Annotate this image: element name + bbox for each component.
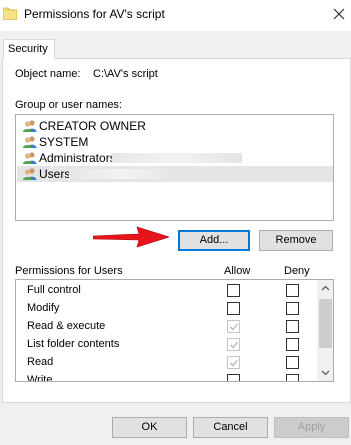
folder-icon bbox=[3, 7, 17, 20]
group-names-label: Group or user names: bbox=[15, 99, 122, 111]
list-item-label: Users bbox=[39, 167, 71, 181]
red-arrow-icon bbox=[93, 226, 169, 248]
permission-row: List folder contents bbox=[16, 336, 316, 354]
deny-checkbox[interactable] bbox=[286, 284, 299, 297]
scroll-up-icon[interactable] bbox=[317, 280, 334, 297]
allow-checkbox[interactable] bbox=[227, 284, 240, 297]
permission-name: Read & execute bbox=[27, 320, 106, 332]
allow-checkbox[interactable] bbox=[227, 374, 240, 381]
allow-header: Allow bbox=[224, 265, 251, 277]
permission-name: List folder contents bbox=[27, 338, 120, 350]
cancel-button[interactable]: Cancel bbox=[193, 417, 268, 438]
object-name-value: C:\AV's script bbox=[93, 68, 158, 80]
scroll-down-icon[interactable] bbox=[317, 364, 334, 381]
user-group-icon bbox=[23, 168, 37, 180]
tab-security-label: Security bbox=[8, 43, 48, 55]
list-item-label: Administrators bbox=[39, 151, 116, 165]
permissions-scrollbar[interactable] bbox=[317, 280, 334, 381]
permission-name: Read bbox=[27, 356, 54, 368]
allow-checkbox[interactable] bbox=[227, 302, 240, 315]
redacted-text bbox=[69, 169, 179, 179]
close-icon[interactable] bbox=[333, 8, 345, 20]
deny-checkbox[interactable] bbox=[286, 338, 299, 351]
deny-checkbox[interactable] bbox=[286, 320, 299, 333]
permission-row: Read bbox=[16, 354, 316, 372]
user-group-icon bbox=[23, 152, 37, 164]
apply-button[interactable]: Apply bbox=[274, 417, 349, 438]
list-item-administrators[interactable]: Administrators bbox=[17, 150, 333, 166]
scroll-thumb[interactable] bbox=[319, 299, 332, 348]
user-group-icon bbox=[23, 120, 37, 132]
user-list[interactable]: CREATOR OWNER SYSTEM Administrators User… bbox=[15, 114, 334, 221]
permission-name: Modify bbox=[27, 302, 60, 314]
window-title: Permissions for AV's script bbox=[24, 7, 165, 21]
redacted-text bbox=[112, 153, 242, 163]
object-name-label: Object name: bbox=[15, 68, 81, 80]
permissions-label: Permissions for Users bbox=[15, 265, 123, 277]
permissions-list: Write Read List folder contents Read & exec… bbox=[15, 279, 334, 382]
remove-button[interactable]: Remove bbox=[259, 230, 333, 251]
deny-checkbox[interactable] bbox=[286, 302, 299, 315]
add-button[interactable]: Add... bbox=[178, 230, 250, 251]
list-item-label: SYSTEM bbox=[39, 135, 89, 149]
allow-checkbox bbox=[227, 320, 240, 333]
deny-header: Deny bbox=[284, 265, 310, 277]
permission-row: Write bbox=[16, 372, 316, 382]
permission-row: Read & execute bbox=[16, 318, 316, 336]
title-bar: Permissions for AV's script bbox=[0, 0, 351, 31]
permission-name: Write bbox=[27, 374, 53, 382]
allow-checkbox bbox=[227, 356, 240, 369]
permission-name: Full control bbox=[27, 284, 81, 296]
ok-button[interactable]: OK bbox=[112, 417, 187, 438]
deny-checkbox[interactable] bbox=[286, 374, 299, 381]
list-item-label: CREATOR OWNER bbox=[39, 119, 146, 133]
allow-checkbox bbox=[227, 338, 240, 351]
list-item-system[interactable]: SYSTEM bbox=[17, 134, 333, 150]
deny-checkbox[interactable] bbox=[286, 356, 299, 369]
permission-row: Modify bbox=[16, 300, 316, 318]
list-item-users[interactable]: Users bbox=[17, 166, 333, 182]
permission-row: Full control bbox=[16, 282, 316, 300]
user-group-icon bbox=[23, 136, 37, 148]
list-item-creator-owner[interactable]: CREATOR OWNER bbox=[17, 118, 333, 134]
tab-security[interactable]: Security bbox=[3, 39, 55, 59]
